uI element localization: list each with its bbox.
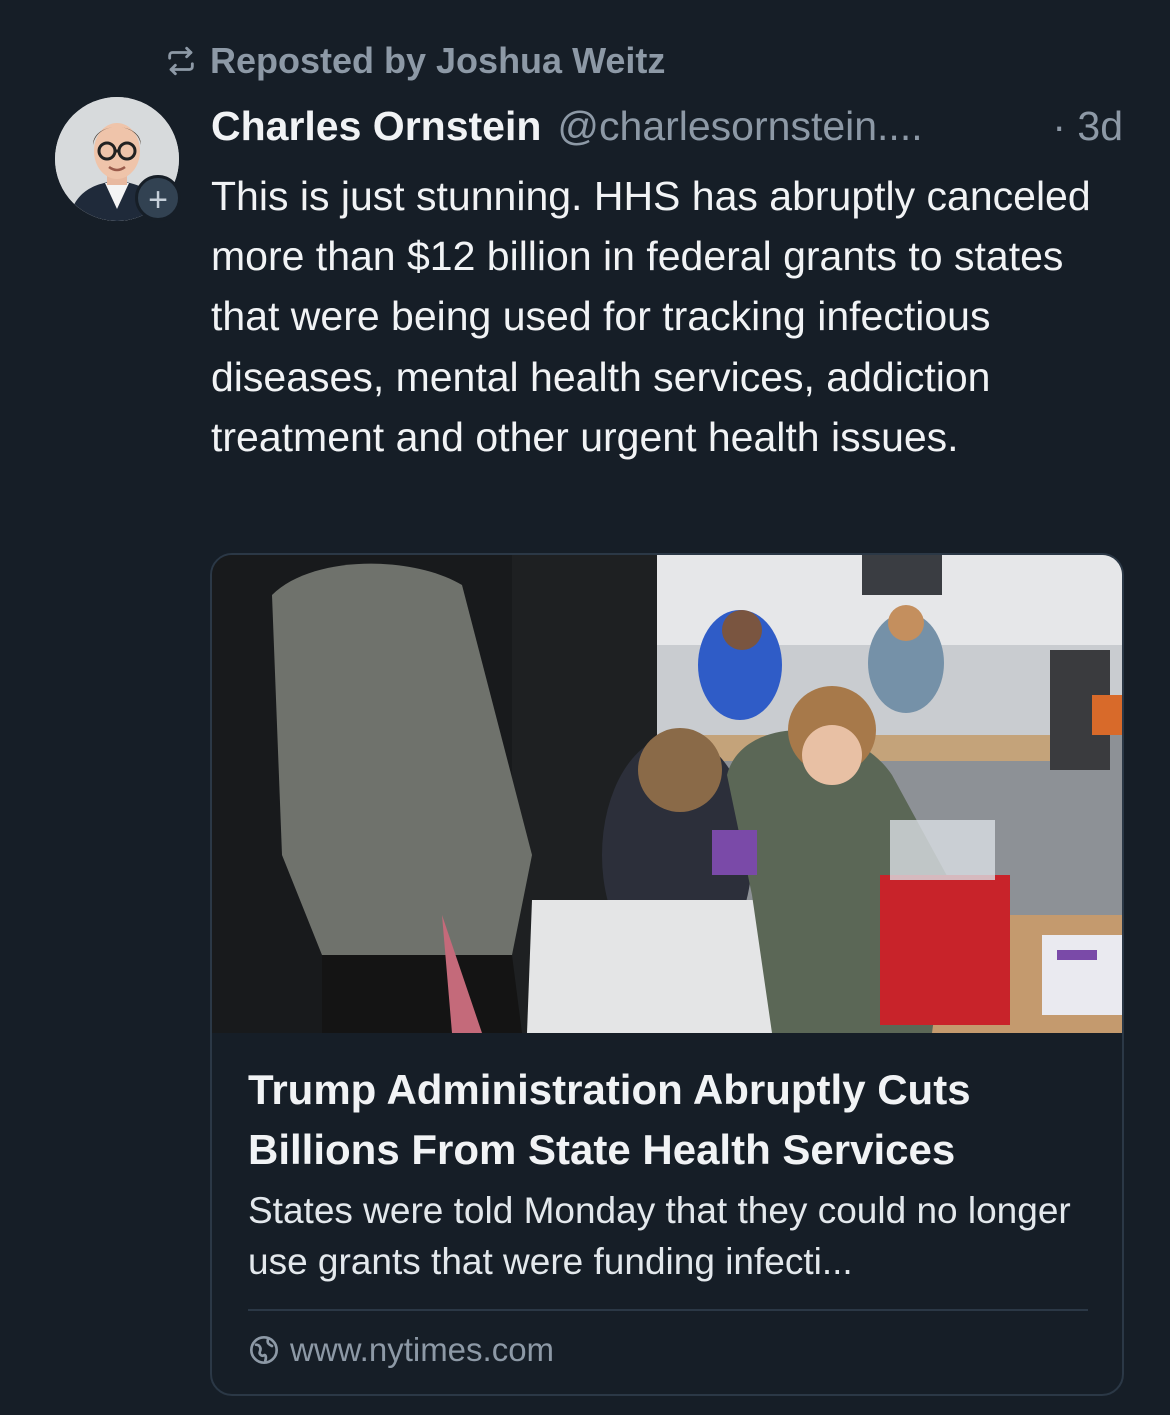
repost-label[interactable]: Reposted by Joshua Weitz — [210, 40, 665, 82]
post-text: This is just stunning. HHS has abruptly … — [211, 173, 1091, 460]
author-name[interactable]: Charles Ornstein — [211, 103, 541, 150]
post[interactable]: Reposted by Joshua Weitz + Charles Ornst… — [0, 0, 1170, 1415]
card-divider — [248, 1309, 1088, 1311]
author-avatar-wrap[interactable]: + — [55, 97, 181, 221]
link-card[interactable]: Trump Administration Abruptly Cuts Billi… — [210, 553, 1124, 1396]
follow-button[interactable]: + — [135, 175, 181, 221]
author-handle[interactable]: @charlesornstein.... — [557, 103, 922, 150]
globe-icon — [250, 1336, 278, 1364]
card-title[interactable]: Trump Administration Abruptly Cuts Billi… — [248, 1060, 1098, 1180]
post-header: Charles Ornstein @charlesornstein.... · … — [211, 103, 1123, 150]
card-image — [212, 555, 1122, 1033]
post-timestamp[interactable]: · 3d — [1052, 103, 1123, 150]
card-description: States were told Monday that they could … — [248, 1190, 1071, 1282]
repost-line[interactable]: Reposted by Joshua Weitz — [164, 40, 665, 82]
card-domain[interactable]: www.nytimes.com — [290, 1331, 554, 1369]
repost-icon — [168, 46, 194, 76]
card-domain-row[interactable]: www.nytimes.com — [248, 1331, 554, 1369]
